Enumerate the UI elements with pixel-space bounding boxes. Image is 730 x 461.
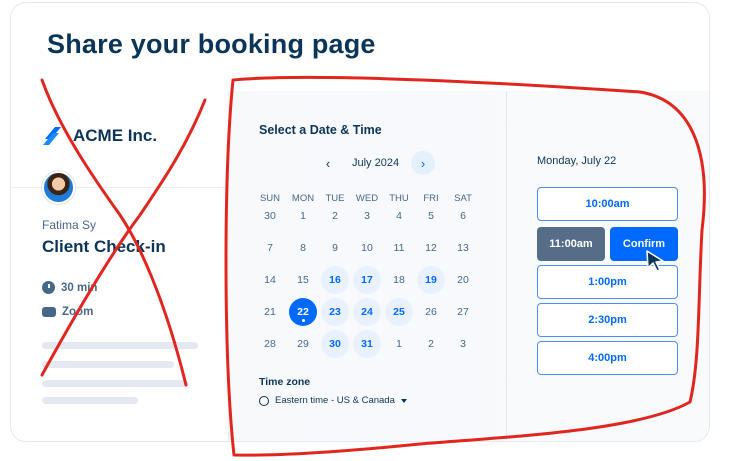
calendar-day-available[interactable]: 23 [321,298,349,326]
brand-name: ACME Inc. [73,126,158,145]
location-text: Zoom [62,306,94,318]
placeholder-line [42,380,188,387]
calendar-heading: Select a Date & Time [259,123,382,137]
caret-down-icon [400,398,407,403]
calendar-day: 3 [460,338,466,350]
calendar-day: 15 [297,274,309,286]
calendar-day: 7 [267,242,273,254]
clock-icon [42,281,55,294]
globe-icon [259,395,269,406]
calendar-day: 12 [425,242,437,254]
calendar-day-available[interactable]: 19 [417,266,445,294]
calendar-day: 26 [425,306,437,318]
calendar-day: 30 [264,210,276,222]
calendar-day-available[interactable]: 25 [385,298,413,326]
calendar-day-selected[interactable]: 22 [289,298,317,326]
avatar [42,171,75,204]
calendar-day: 6 [460,210,466,222]
calendar-day: 13 [457,242,469,254]
calendar-day: 1 [300,210,306,222]
host-name: Fatima Sy [42,218,97,232]
calendar-day: 20 [457,274,469,286]
timezone-value: Eastern time - US & Canada [275,395,395,406]
divider [506,91,507,441]
chevron-left-icon[interactable]: ‹ [316,151,340,175]
placeholder-line [42,397,138,404]
calendar-day: 9 [332,242,338,254]
event-info-panel: ACME Inc. Fatima Sy Client Check-in 30 m… [11,91,229,441]
confirm-button[interactable]: Confirm [610,227,678,261]
calendar-day-available[interactable]: 17 [353,266,381,294]
calendar-day-available[interactable]: 31 [353,330,381,358]
calendar-day: 10 [361,242,373,254]
calendar-day: 2 [428,338,434,350]
calendar-day-available[interactable]: 16 [321,266,349,294]
calendar-day: 4 [396,210,402,222]
calendar-day: 1 [396,338,402,350]
placeholder-line [42,361,174,368]
calendar-day: 5 [428,210,434,222]
calendar-day: 28 [264,338,276,350]
brand-logo: ACME Inc. [41,123,157,149]
calendar-day: 11 [393,242,405,254]
timezone-select[interactable]: Eastern time - US & Canada [259,395,407,406]
cursor-icon [646,250,664,272]
time-slot-button[interactable]: 10:00am [537,187,678,221]
time-slot-button[interactable]: 4:00pm [537,341,678,375]
video-icon [42,307,56,317]
calendar-day: 29 [297,338,309,350]
calendar-day: 8 [300,242,306,254]
placeholder-line [42,342,198,349]
event-name: Client Check-in [42,237,166,256]
calendar-day-available[interactable]: 24 [353,298,381,326]
calendar-day: 27 [457,306,469,318]
location-row: Zoom [42,306,93,318]
timezone-label: Time zone [259,376,311,388]
calendar-day: 3 [364,210,370,222]
duration-row: 30 min [42,281,97,294]
calendar-day: 21 [264,306,276,318]
calendar-day: 18 [393,274,405,286]
duration-text: 30 min [61,281,98,294]
calendar-day: 14 [264,274,276,286]
month-label: July 2024 [352,157,400,169]
calendar-day-available[interactable]: 30 [321,330,349,358]
booking-card: Share your booking page ACME Inc. Fatima… [10,2,710,442]
chevron-right-icon[interactable]: › [411,151,436,175]
selected-time-slot[interactable]: 11:00am [537,227,605,261]
time-slot-button[interactable]: 2:30pm [537,303,678,337]
page-title: Share your booking page [47,29,376,59]
calendar-day: 2 [332,210,338,222]
acme-logo-icon [43,127,61,145]
month-navigation: ‹ July 2024 › [316,151,436,175]
selected-date-heading: Monday, July 22 [537,155,617,167]
